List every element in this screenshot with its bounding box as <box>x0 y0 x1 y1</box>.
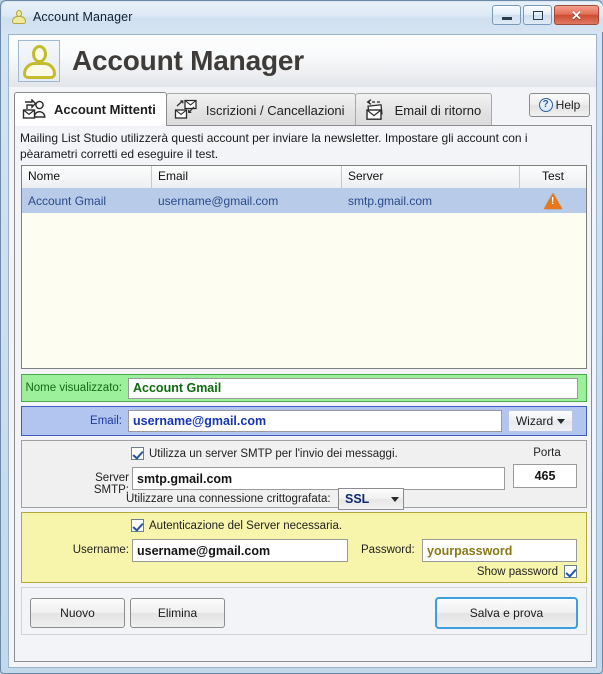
password-label: Password: <box>361 544 415 556</box>
wizard-label: Wizard <box>516 414 553 428</box>
window-controls: ✕ <box>492 5 599 25</box>
help-button[interactable]: ? Help <box>529 93 590 117</box>
action-bar: Nuovo Elimina Salva e prova <box>21 587 587 635</box>
maximize-button[interactable] <box>523 5 552 25</box>
accounts-table[interactable]: Nome Email Server Test Account Gmail use… <box>21 165 587 369</box>
tab-strip: Account Mittenti Iscrizioni / Can <box>14 92 491 126</box>
warning-icon <box>544 193 562 209</box>
new-button[interactable]: Nuovo <box>30 598 125 628</box>
show-password-label: Show password <box>477 566 558 578</box>
username-label: Username: <box>63 544 129 556</box>
display-name-panel: Nome visualizzato: <box>21 374 587 402</box>
maximize-icon <box>533 11 543 20</box>
chevron-down-icon <box>391 497 399 502</box>
auth-required-checkbox[interactable] <box>131 519 144 532</box>
application-window: Account Manager ✕ Account Manager <box>0 0 603 674</box>
show-password-checkbox[interactable] <box>564 565 577 578</box>
column-header-server[interactable]: Server <box>342 166 520 188</box>
tab-panel-account-mittenti: Mailing List Studio utilizzerà questi ac… <box>14 125 592 662</box>
tab-label: Iscrizioni / Cancellazioni <box>206 103 345 118</box>
save-and-test-button[interactable]: Salva e prova <box>435 597 578 629</box>
close-icon: ✕ <box>571 9 582 22</box>
auth-panel: Autenticazione del Server necessaria. Us… <box>21 512 587 583</box>
tab-account-mittenti[interactable]: Account Mittenti <box>14 92 167 126</box>
cell-server: smtp.gmail.com <box>342 194 520 208</box>
encryption-label: Utilizzare una connessione crittografata… <box>126 493 331 505</box>
delete-button[interactable]: Elimina <box>130 598 225 628</box>
minimize-button[interactable] <box>492 5 521 25</box>
cell-nome: Account Gmail <box>22 194 152 208</box>
port-label: Porta <box>512 447 582 459</box>
email-label: Email: <box>22 415 122 427</box>
title-bar: Account Manager ✕ <box>2 2 603 32</box>
tab-email-di-ritorno[interactable]: Email di ritorno <box>355 93 493 126</box>
smtp-server-input[interactable] <box>132 467 505 490</box>
port-input[interactable] <box>513 464 577 488</box>
table-header-row: Nome Email Server Test <box>22 166 586 188</box>
column-header-test[interactable]: Test <box>520 166 586 188</box>
tab-label: Email di ritorno <box>395 103 482 118</box>
cell-email: username@gmail.com <box>152 194 342 208</box>
encryption-select[interactable]: SSL <box>338 488 404 510</box>
window-account-icon <box>11 9 27 25</box>
column-header-email[interactable]: Email <box>152 166 342 188</box>
password-input[interactable] <box>422 539 577 562</box>
username-input[interactable] <box>132 539 348 562</box>
auth-required-label: Autenticazione del Server necessaria. <box>149 520 342 532</box>
subscribe-envelopes-icon <box>174 99 200 121</box>
email-input[interactable] <box>128 410 502 432</box>
smtp-server-label: Server SMTP: <box>63 472 129 496</box>
display-name-input[interactable] <box>128 378 578 399</box>
account-person-logo-icon <box>18 40 60 82</box>
save-and-test-label: Salva e prova <box>470 606 543 620</box>
question-mark-icon: ? <box>539 98 553 112</box>
close-button[interactable]: ✕ <box>554 5 599 25</box>
display-name-label: Nome visualizzato: <box>22 382 122 394</box>
send-person-icon <box>22 99 48 121</box>
header-banner: Account Manager <box>8 34 597 87</box>
encryption-value: SSL <box>345 492 369 506</box>
page-title: Account Manager <box>72 45 304 77</box>
panel-description: Mailing List Studio utilizzerà questi ac… <box>20 130 588 162</box>
minimize-icon <box>502 17 512 20</box>
smtp-enable-label: Utilizza un server SMTP per l'invio dei … <box>149 448 398 460</box>
tab-iscrizioni-cancellazioni[interactable]: Iscrizioni / Cancellazioni <box>166 93 356 126</box>
delete-label: Elimina <box>158 606 197 620</box>
new-label: Nuovo <box>60 606 95 620</box>
smtp-enable-checkbox[interactable] <box>131 447 144 460</box>
smtp-panel: Utilizza un server SMTP per l'invio dei … <box>21 440 587 508</box>
content-area: Account Mittenti Iscrizioni / Can <box>8 87 597 668</box>
wizard-button[interactable]: Wizard <box>508 410 573 432</box>
help-label: Help <box>556 98 581 112</box>
bounce-envelope-icon <box>363 99 389 121</box>
column-header-nome[interactable]: Nome <box>22 166 152 188</box>
email-panel: Email: Wizard <box>21 406 587 436</box>
chevron-down-icon <box>557 419 565 424</box>
cell-test <box>520 193 586 209</box>
table-row[interactable]: Account Gmail username@gmail.com smtp.gm… <box>22 188 586 213</box>
tab-label: Account Mittenti <box>54 102 156 117</box>
window-title: Account Manager <box>33 10 132 24</box>
